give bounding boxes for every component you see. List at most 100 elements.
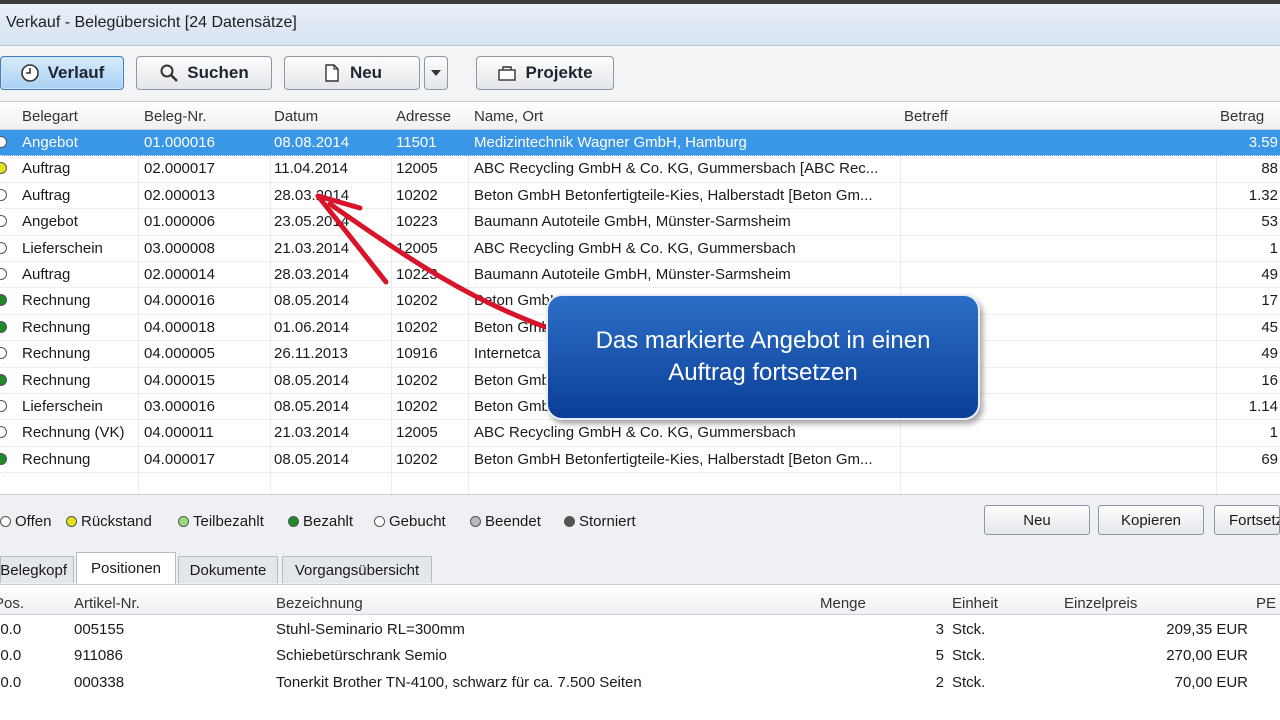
cell-datum: 08.05.2014 [274, 398, 350, 415]
neu-button[interactable]: Neu [284, 56, 420, 90]
col-name[interactable]: Name, Ort [474, 108, 543, 125]
table-row[interactable]: Auftrag 02.000014 28.03.2014 10223 Baumann A… [0, 262, 1280, 289]
table-row[interactable]: Lieferschein 03.000008 21.03.2014 12005 ABC … [0, 236, 1280, 262]
legend-label: Rückstand [81, 513, 152, 530]
table-row[interactable]: Rechnung 04.000017 08.05.2014 10202 Beton Gm… [0, 447, 1280, 474]
cell-belegart: Rechnung [22, 345, 91, 363]
table-row[interactable]: Auftrag 02.000017 11.04.2014 12005 ABC Recyc… [0, 156, 1280, 183]
position-row[interactable]: 20.0 911086 Schiebetürschrank Semio 5 Stck. 2… [0, 643, 1280, 669]
cell-bezeichnung: Schiebetürschrank Semio [276, 647, 447, 665]
cell-belegnr: 02.000014 [144, 266, 215, 283]
status-dot-icon [0, 162, 7, 175]
legend-item: Rückstand [66, 513, 152, 530]
positions-table: Pos. Artikel-Nr. Bezeichnung Menge Einhe… [0, 584, 1280, 720]
tab-belegkopf[interactable]: Belegkopf [0, 556, 74, 583]
table-row[interactable]: Auftrag 02.000013 28.03.2014 10202 Beton Gmb… [0, 183, 1280, 210]
col-pe[interactable]: PE [1256, 595, 1276, 612]
verlauf-label: Verlauf [47, 63, 105, 82]
cell-belegart: Rechnung [22, 292, 91, 310]
kopieren-button[interactable]: Kopieren [1098, 505, 1204, 535]
col-einheit[interactable]: Einheit [952, 595, 998, 612]
verlauf-button[interactable]: Verlauf [0, 56, 124, 90]
cell-betrag: 1.14 [1248, 398, 1278, 415]
col-datum[interactable]: Datum [274, 108, 318, 125]
col-menge[interactable]: Menge [820, 595, 866, 612]
col-artikel[interactable]: Artikel-Nr. [74, 595, 140, 612]
cell-name: Medizintechnik Wagner GmbH, Hamburg [474, 134, 747, 151]
cell-belegnr: 04.000015 [144, 371, 215, 389]
col-einzelpreis[interactable]: Einzelpreis [1064, 595, 1137, 612]
legend-item: Beendet [470, 513, 541, 530]
projekte-button[interactable]: Projekte [476, 56, 614, 90]
cell-artikel: 005155 [74, 621, 125, 638]
col-betreff[interactable]: Betreff [904, 108, 948, 125]
cell-belegnr: 04.000017 [144, 450, 215, 468]
cell-adresse: 10916 [396, 345, 438, 363]
cell-adresse: 10202 [396, 398, 438, 415]
cell-adresse: 10202 [396, 371, 438, 389]
col-belegnr[interactable]: Beleg-Nr. [144, 108, 207, 125]
table-row[interactable]: Rechnung (VK) 04.000011 21.03.2014 12005 ABC… [0, 420, 1280, 447]
status-dot-icon [0, 215, 7, 228]
tab-dokumente[interactable]: Dokumente [178, 556, 278, 583]
window-title: Verkauf - Belegübersicht [24 Datensätze] [6, 14, 297, 31]
cell-adresse: 11501 [396, 134, 437, 151]
tab-vorgangsuebersicht[interactable]: Vorgangsübersicht [282, 556, 432, 583]
cell-betrag: 1.32 [1248, 186, 1278, 204]
cell-belegnr: 04.000011 [144, 424, 214, 442]
legend-item: Gebucht [374, 513, 446, 530]
legend-label: Beendet [485, 513, 541, 530]
status-dot-icon [0, 241, 7, 254]
cell-adresse: 10223 [396, 266, 438, 283]
cell-datum: 08.05.2014 [274, 450, 350, 468]
cell-adresse: 10202 [396, 292, 438, 310]
col-betrag[interactable]: Betrag [1220, 108, 1264, 125]
cell-datum: 23.05.2014 [274, 213, 350, 231]
window-titlebar: Verkauf - Belegübersicht [24 Datensätze] [0, 0, 1280, 46]
neu-dropdown-button[interactable] [424, 56, 448, 90]
cell-einzelpreis: 209,35 EUR [1166, 621, 1248, 638]
cell-belegart: Rechnung [22, 450, 91, 468]
status-dot-icon [0, 373, 7, 386]
col-pos[interactable]: Pos. [0, 595, 24, 612]
position-row[interactable]: 10.0 005155 Stuhl-Seminario RL=300mm 3 Stck.… [0, 617, 1280, 643]
table-row[interactable]: Angebot 01.000006 23.05.2014 10223 Baumann A… [0, 209, 1280, 236]
suchen-label: Suchen [187, 63, 249, 82]
col-adresse[interactable]: Adresse [396, 108, 451, 125]
beleg-neu-button[interactable]: Neu [984, 505, 1090, 535]
status-dot-icon [0, 347, 7, 360]
cell-adresse: 10223 [396, 213, 438, 231]
cell-adresse: 12005 [396, 424, 438, 442]
legend-label: Bezahlt [303, 513, 354, 530]
cell-pos: 10.0 [0, 621, 22, 638]
cell-datum: 01.06.2014 [274, 318, 350, 336]
cell-menge: 3 [935, 621, 944, 638]
cell-betrag: 3.59 [1248, 134, 1278, 151]
cell-name: Baumann Autoteile GmbH, Münster-Sarmshei… [474, 213, 791, 231]
cell-belegart: Angebot [22, 213, 78, 231]
table-row[interactable]: Angebot 01.000016 08.08.2014 11501 Medizinte… [0, 130, 1280, 157]
status-dot-icon [0, 136, 7, 148]
fortsetzen-button[interactable]: Fortsetzen [1214, 505, 1280, 535]
cell-belegnr: 01.000016 [144, 134, 215, 151]
cell-datum: 08.08.2014 [274, 134, 350, 151]
status-dot-icon [288, 516, 299, 527]
position-row[interactable]: 30.0 000338 Tonerkit Brother TN-4100, schw… [0, 670, 1280, 696]
cell-datum: 08.05.2014 [274, 371, 350, 389]
cell-betrag: 1 [1269, 239, 1278, 257]
cell-datum: 28.03.2014 [274, 186, 350, 204]
cell-belegart: Auftrag [22, 186, 71, 204]
cell-belegart: Rechnung [22, 371, 91, 389]
tab-positionen[interactable]: Positionen [76, 552, 176, 584]
neu-label: Neu [349, 63, 383, 82]
col-bezeichnung[interactable]: Bezeichnung [276, 595, 363, 612]
col-belegart[interactable]: Belegart [22, 108, 78, 125]
cell-name: Baumann Autoteile GmbH, Münster-Sarmshei… [474, 266, 791, 283]
cell-betrag: 17 [1261, 292, 1278, 310]
chevron-down-icon [431, 70, 441, 76]
status-dot-icon [0, 516, 11, 527]
suchen-button[interactable]: Suchen [136, 56, 272, 90]
cell-menge: 5 [935, 647, 944, 665]
cell-belegnr: 04.000016 [144, 292, 215, 310]
detail-tabs: Belegkopf Positionen Dokumente Vorgangsü… [0, 550, 1280, 584]
